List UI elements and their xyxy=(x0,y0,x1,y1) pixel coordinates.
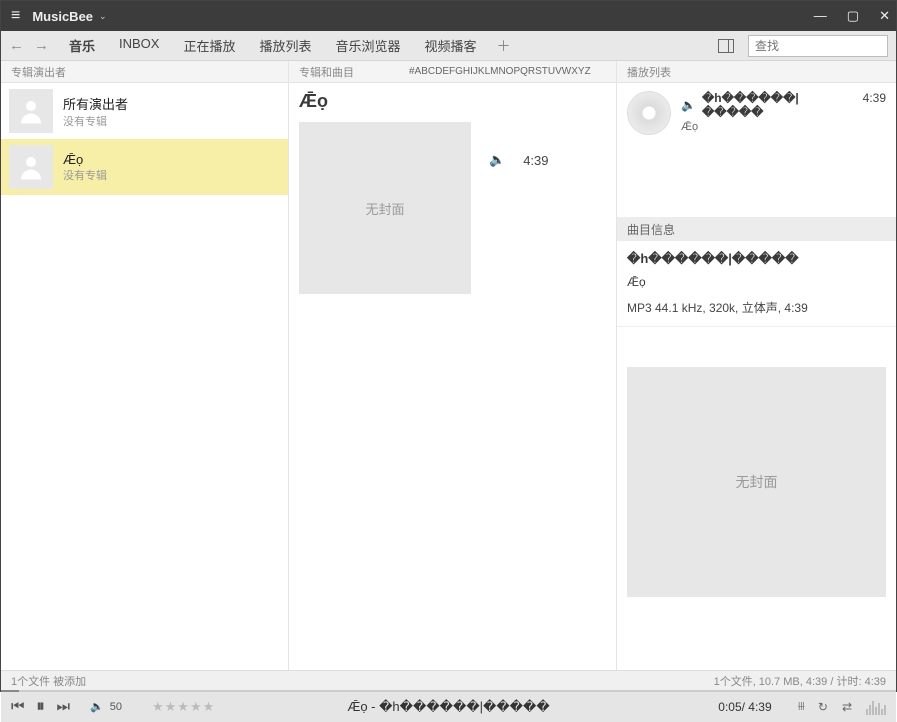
nav-forward-icon[interactable]: → xyxy=(34,37,49,54)
search-input[interactable] xyxy=(755,39,897,53)
disc-icon xyxy=(627,91,671,135)
avatar-icon xyxy=(9,89,53,133)
status-left: 1个文件 被添加 xyxy=(11,673,86,689)
close-button[interactable]: ✕ xyxy=(879,8,890,24)
toolbar: ← → 音乐 INBOX 正在播放 播放列表 音乐浏览器 视频播客 ＋ 🔍 ▾ xyxy=(1,31,896,61)
now-playing-text[interactable]: Ǣọ - �h������|����� xyxy=(347,699,549,715)
main-body: 所有演出者 没有专辑 Ǣọ 没有专辑 Ǣọ 无封面 🔈 4:39 xyxy=(1,83,896,670)
app-name: MusicBee xyxy=(32,9,93,24)
search-box[interactable]: 🔍 ▾ xyxy=(748,35,888,57)
volume-control[interactable]: 🔈 50 xyxy=(90,700,122,713)
main-tabs: 音乐 INBOX 正在播放 播放列表 音乐浏览器 视频播客 xyxy=(69,36,477,55)
alpha-jump-bar[interactable]: #ABCDEFGHIJKLMNOPQRSTUVWXYZ xyxy=(409,66,608,77)
album-artist-title: Ǣọ xyxy=(289,91,616,112)
maximize-button[interactable]: ▢ xyxy=(847,8,859,24)
ti-meta: MP3 44.1 kHz, 320k, 立体声, 4:39 xyxy=(627,299,886,316)
right-panel: 🔈 �h������|����� Ǣọ 4:39 曲目信息 �h������|�… xyxy=(617,83,896,670)
avatar-icon xyxy=(9,145,53,189)
album-cover-placeholder[interactable]: 无封面 xyxy=(299,122,471,294)
rating-stars[interactable]: ★★★★★ xyxy=(152,699,215,715)
artist-sub: 没有专辑 xyxy=(63,113,128,129)
next-button[interactable]: ⏭ xyxy=(57,698,71,715)
header-playlist[interactable]: 播放列表 xyxy=(617,61,896,82)
statusbar: 1个文件 被添加 1个文件, 10.7 MB, 4:39 / 计时: 4:39 xyxy=(1,670,896,690)
header-albums: 专辑和曲目 #ABCDEFGHIJKLMNOPQRSTUVWXYZ xyxy=(289,61,617,82)
shuffle-button[interactable]: ⇄ xyxy=(842,700,852,714)
tab-playlist[interactable]: 播放列表 xyxy=(260,36,312,55)
artist-name: Ǣọ xyxy=(63,152,107,167)
track-info-header: 曲目信息 xyxy=(617,217,896,241)
status-right: 1个文件, 10.7 MB, 4:39 / 计时: 4:39 xyxy=(714,673,886,689)
titlebar: ≡ MusicBee ⌄ ― ▢ ✕ xyxy=(1,1,896,31)
speaker-icon: 🔈 xyxy=(681,98,696,112)
hamburger-icon[interactable]: ≡ xyxy=(11,7,20,25)
header-artists[interactable]: 专辑演出者 xyxy=(1,61,289,82)
add-tab-button[interactable]: ＋ xyxy=(497,36,511,56)
panel-layout-icon[interactable] xyxy=(718,39,734,53)
column-headers: 专辑演出者 专辑和曲目 #ABCDEFGHIJKLMNOPQRSTUVWXYZ … xyxy=(1,61,896,83)
header-albums-label[interactable]: 专辑和曲目 xyxy=(299,64,354,80)
album-panel: Ǣọ 无封面 🔈 4:39 xyxy=(289,83,617,670)
np-track-title: �h������|����� xyxy=(702,91,853,119)
now-playing-row[interactable]: 🔈 �h������|����� Ǣọ 4:39 xyxy=(617,83,896,143)
title-dropdown-icon[interactable]: ⌄ xyxy=(99,11,107,22)
artist-row-all[interactable]: 所有演出者 没有专辑 xyxy=(1,83,288,139)
np-artist: Ǣọ xyxy=(681,121,853,133)
tab-inbox[interactable]: INBOX xyxy=(119,36,159,55)
repeat-button[interactable]: ↻ xyxy=(818,700,828,714)
artist-row-selected[interactable]: Ǣọ 没有专辑 xyxy=(1,139,288,195)
tab-video[interactable]: 视频播客 xyxy=(425,36,477,55)
volume-icon: 🔈 xyxy=(90,700,104,713)
large-cover-placeholder[interactable]: 无封面 xyxy=(627,367,886,597)
player-bar: ⏮ ⏸ ⏭ 🔈 50 ★★★★★ Ǣọ - �h������|����� 0:0… xyxy=(1,690,896,722)
equalizer-button[interactable]: ⟊⟊⟊ xyxy=(798,699,804,714)
artist-sub: 没有专辑 xyxy=(63,167,107,183)
track-duration: 4:39 xyxy=(523,153,548,168)
pause-button[interactable]: ⏸ xyxy=(37,698,45,716)
tab-nowplaying[interactable]: 正在播放 xyxy=(183,36,235,55)
visualizer-icon[interactable] xyxy=(866,699,886,715)
np-duration: 4:39 xyxy=(863,91,886,105)
ti-title: �h������|����� xyxy=(627,251,886,267)
artist-panel: 所有演出者 没有专辑 Ǣọ 没有专辑 xyxy=(1,83,289,670)
track-row[interactable]: 🔈 4:39 xyxy=(489,152,549,168)
tab-music[interactable]: 音乐 xyxy=(69,36,95,55)
ti-artist: Ǣọ xyxy=(627,275,886,289)
track-info-block: �h������|����� Ǣọ MP3 44.1 kHz, 320k, 立体… xyxy=(617,241,896,327)
volume-value: 50 xyxy=(110,701,122,713)
tab-browser[interactable]: 音乐浏览器 xyxy=(336,36,401,55)
playback-time: 0:05/ 4:39 xyxy=(718,700,771,714)
minimize-button[interactable]: ― xyxy=(814,8,827,24)
speaker-icon: 🔈 xyxy=(489,152,505,168)
artist-name: 所有演出者 xyxy=(63,94,128,113)
prev-button[interactable]: ⏮ xyxy=(11,698,25,715)
nav-back-icon[interactable]: ← xyxy=(9,37,24,54)
